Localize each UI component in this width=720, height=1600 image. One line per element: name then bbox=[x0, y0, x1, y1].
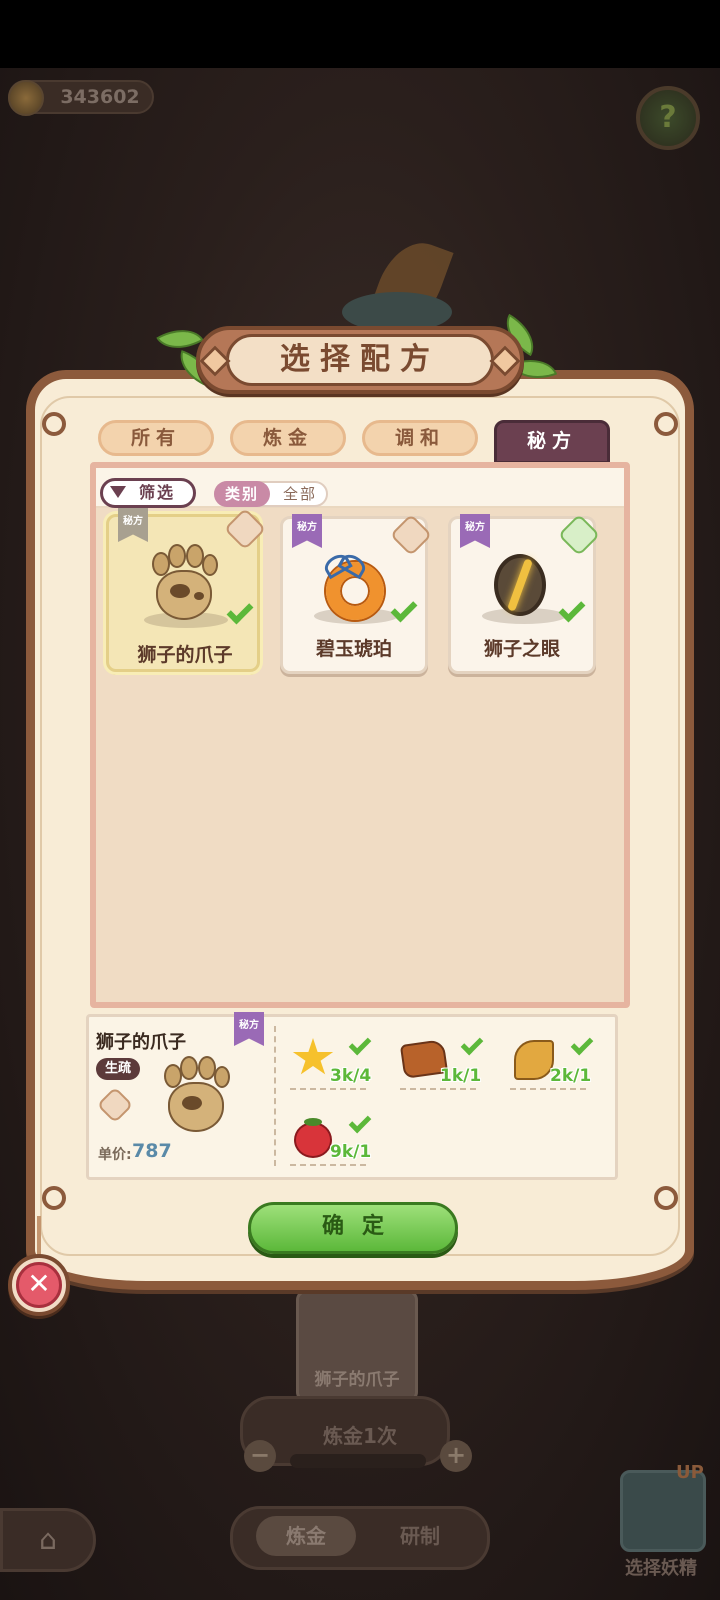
minus-button: − bbox=[244, 1440, 276, 1472]
recipe-name: 狮子的爪子 bbox=[137, 644, 233, 666]
detail-recipe-name: 狮子的爪子 bbox=[96, 1032, 186, 1053]
category-value[interactable]: 全部 bbox=[272, 481, 328, 507]
corner-ornament bbox=[42, 412, 66, 436]
fairy-up-badge: UP bbox=[676, 1462, 704, 1483]
tab-blend[interactable]: 调和 bbox=[362, 420, 478, 456]
recipe-name: 碧玉琥珀 bbox=[315, 638, 392, 660]
ingredient-underline bbox=[510, 1088, 586, 1090]
corner-ornament bbox=[42, 1186, 66, 1210]
select-fairy-label: 选择妖精 bbox=[625, 1558, 697, 1579]
tomato-icon bbox=[294, 1122, 332, 1158]
tab-alchemy[interactable]: 炼金 bbox=[230, 420, 346, 456]
funnel-icon bbox=[110, 486, 126, 498]
background-recipe-card: 狮子的爪子 bbox=[296, 1290, 418, 1402]
ingredient-underline bbox=[290, 1164, 366, 1166]
nav-alchemy-tab: 炼金 bbox=[256, 1516, 356, 1556]
tab-secret[interactable]: 秘方 bbox=[494, 420, 610, 464]
category-label: 类别 bbox=[214, 481, 270, 507]
tab-all[interactable]: 所有 bbox=[98, 420, 214, 456]
help-button[interactable]: ? bbox=[636, 86, 700, 150]
coin-icon bbox=[8, 80, 44, 116]
status-bar bbox=[0, 0, 720, 68]
ingredient-underline bbox=[400, 1088, 476, 1090]
ingredient-underline bbox=[290, 1088, 366, 1090]
plus-button: + bbox=[440, 1440, 472, 1472]
ingredient-count: 9k/1 bbox=[330, 1142, 372, 1162]
detail-divider bbox=[274, 1026, 276, 1166]
recipe-name: 狮子之眼 bbox=[483, 638, 560, 660]
corner-ornament bbox=[654, 412, 678, 436]
close-hanger bbox=[37, 1216, 41, 1256]
unit-price-value: 787 bbox=[132, 1140, 172, 1162]
home-button: ⌂ bbox=[0, 1508, 96, 1572]
ingredient-count: 2k/1 bbox=[550, 1066, 592, 1086]
ingredient-count: 3k/4 bbox=[330, 1066, 372, 1086]
coin-amount: 343602 bbox=[60, 86, 140, 108]
tomato-leaf bbox=[304, 1118, 322, 1126]
confirm-button[interactable]: 确定 bbox=[248, 1202, 458, 1254]
unit-price-label: 单价: bbox=[98, 1147, 132, 1163]
nav-research-tab: 研制 bbox=[400, 1524, 440, 1548]
corner-ornament bbox=[654, 1186, 678, 1210]
wheat-icon bbox=[514, 1040, 554, 1080]
close-icon[interactable]: ✕ bbox=[16, 1262, 62, 1308]
dialog-title: 选择配方 bbox=[280, 342, 440, 377]
count-slider bbox=[290, 1454, 426, 1468]
background-alchemy-count: 炼金1次 bbox=[323, 1424, 397, 1448]
proficiency-badge: 生疏 bbox=[96, 1058, 140, 1080]
ingredient-count: 1k/1 bbox=[440, 1066, 482, 1086]
